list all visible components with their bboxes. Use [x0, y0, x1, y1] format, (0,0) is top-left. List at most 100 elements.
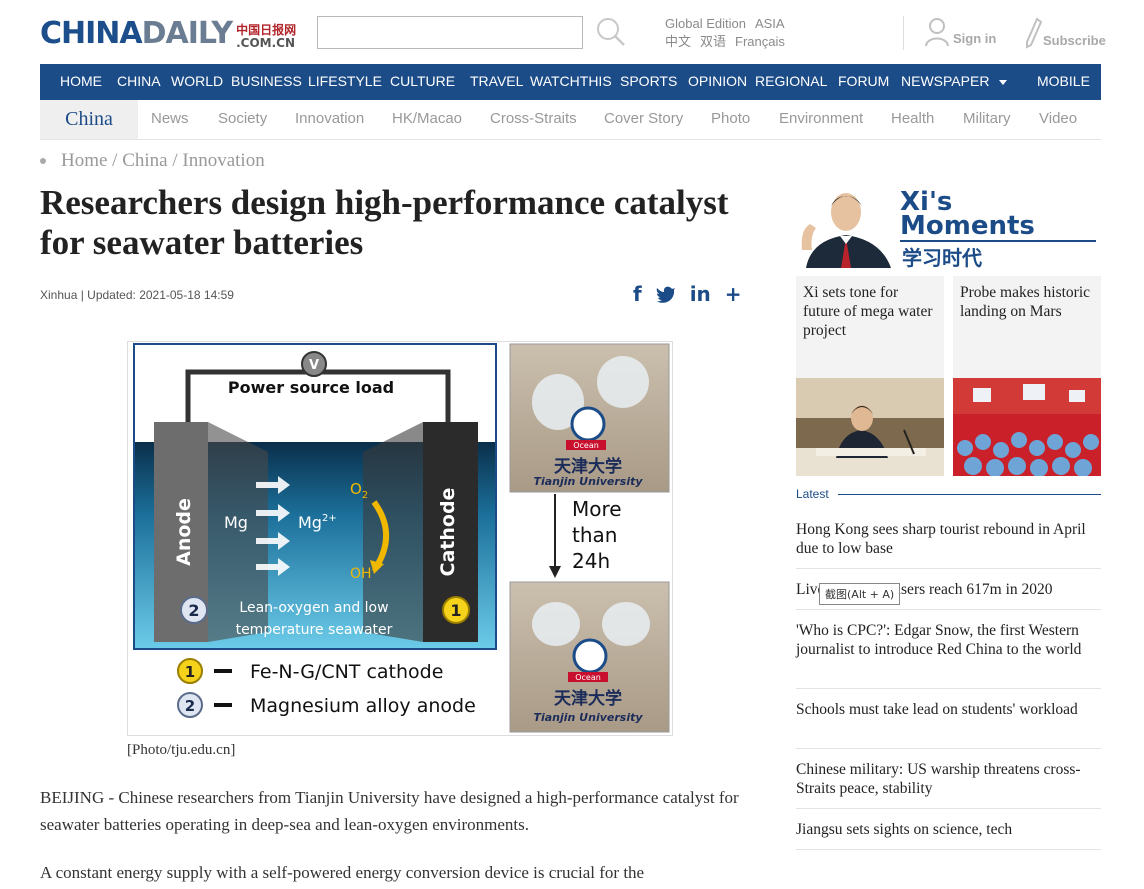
bullet-icon [40, 158, 46, 164]
mg-label: Mg [224, 513, 248, 532]
edition-switcher: Global Edition ASIA 中文 双语 Français [665, 15, 794, 51]
seawater-label-2: temperature seawater [236, 622, 393, 638]
o2-label: O [350, 480, 362, 498]
nav-opinion[interactable]: OPINION [688, 73, 747, 89]
latest-divider [796, 748, 1101, 749]
pencil-icon [1026, 17, 1043, 49]
oh-superscript: - [372, 565, 375, 575]
legend-number-2: 2 [185, 697, 195, 715]
subnav-environment[interactable]: Environment [779, 110, 863, 127]
feature-card-title: Probe makes historic landing on Mars [960, 284, 1091, 320]
global-edition-link[interactable]: Global Edition [665, 16, 746, 31]
article-title: Researchers design high-performance cata… [40, 183, 729, 262]
latest-item[interactable]: Hong Kong sees sharp tourist rebound in … [796, 520, 1101, 558]
facebook-icon[interactable]: f [633, 282, 642, 306]
mg-ion-charge: 2+ [322, 513, 337, 524]
oh-label: OH [350, 566, 372, 582]
seawater-label-1: Lean-oxygen and low [239, 600, 388, 616]
nav-travel[interactable]: TRAVEL [470, 73, 523, 89]
latest-rule [838, 494, 1101, 495]
feature-card-title: Xi sets tone for future of mega water pr… [803, 284, 933, 339]
subnav-military[interactable]: Military [963, 110, 1011, 127]
latest-divider [796, 609, 1101, 610]
nav-culture[interactable]: CULTURE [390, 73, 455, 89]
duration-2: than [572, 523, 617, 547]
photo-after: Ocean 天津大学 Tianjin University [509, 581, 670, 733]
latest-heading: Latest [796, 487, 829, 501]
xi-title-line2: Moments [900, 211, 1035, 241]
o2-subscript: 2 [362, 490, 368, 501]
legend-cathode: Fe-N-G/CNT cathode [250, 661, 443, 683]
latest-divider [796, 568, 1101, 569]
sign-in-button[interactable]: Sign in [925, 17, 996, 47]
xi-moments-title[interactable]: Xi's Moments [900, 189, 1035, 241]
power-source-label: Power source load [228, 378, 394, 397]
channel-subnav: China News Society Innovation HK/Macao C… [40, 100, 1101, 140]
subnav-health[interactable]: Health [891, 110, 934, 127]
feature-card-image [953, 378, 1101, 476]
subnav-society[interactable]: Society [218, 110, 267, 127]
duration-3: 24h [572, 549, 610, 573]
voltmeter-label: V [309, 358, 319, 373]
subnav-cross-straits[interactable]: Cross-Straits [490, 110, 577, 127]
duration-1: More [572, 497, 622, 521]
logo-daily: DAILY [141, 16, 233, 51]
main-navigation: HOME CHINA WORLD BUSINESS LIFESTYLE CULT… [40, 64, 1101, 100]
breadcrumb: Home / China / Innovation [40, 150, 265, 172]
nav-business[interactable]: BUSINESS [231, 73, 302, 89]
feature-card[interactable]: Xi sets tone for future of mega water pr… [796, 276, 944, 476]
subscribe-button[interactable]: Subscribe [1025, 17, 1106, 49]
chinadaily-logo[interactable]: CHINA DAILY 中国日报网 .COM.CN [40, 14, 296, 50]
subscribe-label: Subscribe [1043, 33, 1106, 48]
nav-newspaper[interactable]: NEWSPAPER [901, 73, 1008, 89]
feature-card[interactable]: Probe makes historic landing on Mars [953, 276, 1101, 476]
search-input[interactable] [317, 16, 583, 49]
nav-world[interactable]: WORLD [171, 73, 223, 89]
sign-in-label: Sign in [953, 31, 997, 46]
anode-label: Anode [173, 498, 195, 566]
nav-newspaper-label: NEWSPAPER [901, 73, 990, 89]
nav-forum[interactable]: FORUM [838, 73, 889, 89]
latest-item[interactable]: Schools must take lead on students' work… [796, 700, 1101, 719]
nav-watchthis[interactable]: WATCHTHIS [530, 73, 612, 89]
nav-home[interactable]: HOME [60, 73, 102, 89]
latest-divider [796, 808, 1101, 809]
bilingual-link[interactable]: 双语 [700, 34, 726, 49]
tju-en-1: Tianjin University [533, 475, 643, 488]
twitter-icon[interactable] [655, 285, 676, 303]
subnav-innovation[interactable]: Innovation [295, 110, 364, 127]
subnav-hkmacao[interactable]: HK/Macao [392, 110, 462, 127]
latest-item[interactable]: Jiangsu sets sights on science, tech [796, 820, 1101, 839]
breadcrumb-text[interactable]: Home / China / Innovation [61, 150, 265, 172]
plus-icon[interactable]: + [725, 282, 742, 306]
nav-sports[interactable]: SPORTS [620, 73, 677, 89]
french-link[interactable]: Français [735, 34, 785, 49]
latest-item[interactable]: Chinese military: US warship threatens c… [796, 760, 1101, 798]
search-icon[interactable] [596, 17, 626, 47]
nav-china[interactable]: CHINA [117, 73, 161, 89]
xi-portrait [796, 180, 906, 268]
article-paragraph-2: A constant energy supply with a self-pow… [40, 863, 645, 882]
subnav-photo[interactable]: Photo [711, 110, 750, 127]
subnav-news[interactable]: News [151, 110, 189, 127]
legend-number-1: 1 [185, 663, 195, 681]
feature-card-image [796, 378, 944, 476]
user-icon [925, 18, 949, 47]
logo-domain: .COM.CN [236, 36, 295, 50]
asia-edition-link[interactable]: ASIA [755, 16, 785, 31]
anode-number: 2 [188, 601, 199, 620]
article-meta: Xinhua | Updated: 2021-05-18 14:59 [40, 288, 234, 302]
figure-caption: [Photo/tju.edu.cn] [127, 742, 236, 758]
latest-item[interactable]: 'Who is CPC?': Edgar Snow, the first Wes… [796, 621, 1101, 659]
article-paragraph-1: BEIJING - Chinese researchers from Tianj… [40, 788, 739, 834]
linkedin-icon[interactable]: in [690, 282, 711, 306]
channel-title[interactable]: China [40, 100, 138, 139]
subnav-cover-story[interactable]: Cover Story [604, 110, 683, 127]
chinese-link[interactable]: 中文 [665, 34, 691, 49]
ocean-tag-1: Ocean [573, 441, 599, 450]
nav-mobile[interactable]: MOBILE [1037, 73, 1090, 89]
nav-lifestyle[interactable]: LIFESTYLE [308, 73, 382, 89]
subnav-video[interactable]: Video [1039, 110, 1077, 127]
tju-cn-2: 天津大学 [554, 688, 622, 709]
nav-regional[interactable]: REGIONAL [755, 73, 827, 89]
